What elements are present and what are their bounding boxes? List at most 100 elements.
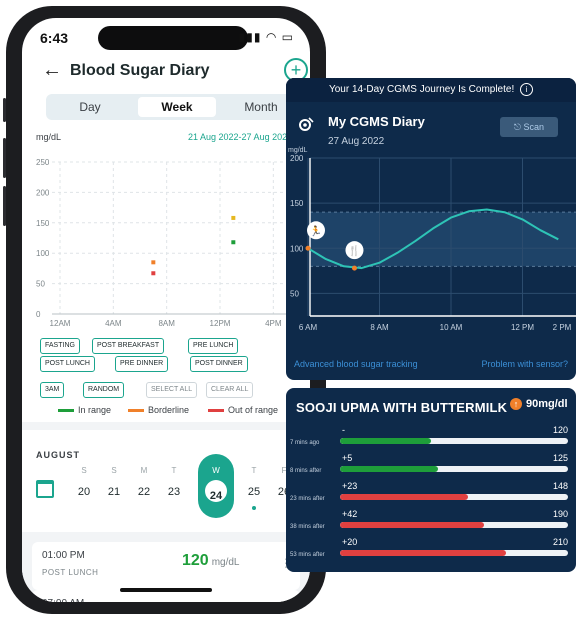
sensor-problem-link[interactable]: Problem with sensor? [481,359,568,369]
filter-chip-post-breakfast[interactable]: POST BREAKFAST [92,338,165,354]
meal-row-bar-fill [340,438,432,444]
meal-icon-glyph: 🍴 [348,244,360,257]
meal-row-value: 148 [552,481,568,491]
section-divider [22,422,310,430]
y-tick-label: 200 [36,188,50,197]
meal-reading-row: 53 mins after +20 210 [286,536,576,564]
reading-tag: POST LUNCH [42,568,99,577]
calendar-day-20[interactable]: 20 [74,486,94,498]
advanced-tracking-link[interactable]: Advanced blood sugar tracking [294,359,418,369]
sensor-logo-icon [299,117,314,131]
calendar-icon[interactable] [36,480,54,498]
legend-item: Out of range [208,405,278,415]
cgms-glucose-chart: mg/dL200 150 100 50 6 AM 8 AM 10 AM 12 PM 2 PM 🏃 🍴 [288,147,576,332]
arrow-up-icon: ↑ [510,398,522,410]
legend-label: Out of range [228,405,279,415]
meal-row-time: 23 mins after [290,496,325,502]
meal-title: SOOJI UPMA WITH BUTTERMILK [296,400,508,415]
scan-button[interactable]: ⎋ Scan [500,117,558,137]
event-marker-dot [351,265,357,271]
meal-row-time: 8 mins after [290,468,322,474]
cgms-banner: Your 14-Day CGMS Journey Is Complete! i [286,78,576,102]
reading-number: 70 [192,600,210,602]
calendar-day-22[interactable]: 22 [134,486,154,498]
filter-chip-pre-dinner[interactable]: PRE DINNER [115,356,169,372]
meal-row-bar [340,522,568,528]
meal-row-delta: +5 [342,453,353,463]
info-icon[interactable]: i [520,83,534,96]
meal-row-bar [340,466,568,472]
filter-chip-post-lunch[interactable]: POST LUNCH [40,356,95,372]
arrow-left-icon[interactable]: ← [42,59,62,82]
cgms-diary-card: Your 14-Day CGMS Journey Is Complete! i … [286,78,576,380]
weekday-label: T [171,466,177,475]
x-tick-label: 12AM [50,319,71,328]
x-tick-label: 8AM [158,319,175,328]
calendar-month: AUGUST [36,450,80,460]
tab-week[interactable]: Week [138,97,216,117]
selected-day-highlight [198,454,234,518]
meal-reading-row: 8 mins after +5 125 [286,452,576,480]
legend-label: In range [78,405,112,415]
meal-reading-row: 7 mins ago - 120 [286,424,576,452]
data-point[interactable] [151,260,156,265]
meal-row-delta: +23 [342,481,358,491]
filter-chip-clear-all[interactable]: CLEAR ALL [206,382,254,398]
meal-row-value: 210 [552,537,568,547]
meal-row-value: 125 [552,453,568,463]
calendar-day-24[interactable]: 24 [206,490,226,502]
filter-chip-select-all[interactable]: SELECT ALL [146,382,198,398]
status-bar: 6:43 ▮▮▮ ◠ ▭ [22,18,310,52]
data-point[interactable] [151,271,156,276]
y-tick-label: 150 [36,219,50,228]
phone-side-button [3,186,6,226]
x-tick-label: 12PM [210,319,231,328]
exercise-icon[interactable]: 🏃 [307,221,325,240]
filter-chip-random[interactable]: RANDOM [83,382,125,398]
data-point[interactable] [231,215,236,220]
x-tick-label: 4AM [105,319,122,328]
chart-date-range[interactable]: 21 Aug 2022-27 Aug 2022 [188,132,292,142]
page-title: Blood Sugar Diary [70,62,210,79]
phone-frame: 6:43 ▮▮▮ ◠ ▭ ← Blood Sugar Diary + Day We… [3,6,326,614]
cgms-y-unit: mg/dL [288,147,308,154]
legend-swatch [58,409,74,413]
reading-card[interactable]: 01:00 PMPOST LUNCH120mg/dL⋮ [32,542,300,590]
x-tick-label: 6 AM [299,323,318,332]
calendar-day-23[interactable]: 23 [164,486,184,498]
y-tick-label: 50 [290,289,299,298]
calendar-day-21[interactable]: 21 [104,486,124,498]
x-tick-label: 8 AM [370,323,389,332]
filter-chip-pre-lunch[interactable]: PRE LUNCH [188,338,239,354]
tab-day[interactable]: Day [52,97,128,117]
down-arrow-icon: ↓ [184,600,192,602]
event-marker-dot [305,245,311,251]
meal-row-bar [340,494,568,500]
weekday-label: S [111,466,117,475]
meal-row-time: 38 mins after [290,524,325,530]
camera-island [98,26,248,50]
meal-row-bar-fill [340,522,484,528]
y-tick-label: 100 [290,244,304,253]
meal-row-bar [340,550,568,556]
period-tabs: Day Week Month [46,94,306,120]
weekly-scatter-chart: 05010015020025012AM4AM8AM12PM4PM8PM [36,158,310,328]
filter-chip-3am[interactable]: 3AM [40,382,65,398]
meal-impact-card: SOOJI UPMA WITH BUTTERMILK ↑ 90mg/dl 7 mi… [286,388,576,572]
weekday-label: M [140,466,148,475]
filter-chip-post-dinner[interactable]: POST DINNER [190,356,248,372]
meal-icon[interactable]: 🍴 [345,241,364,260]
data-point[interactable] [231,240,236,245]
app-header: ← Blood Sugar Diary + [22,54,310,94]
home-indicator [120,588,212,592]
app-screen: 6:43 ▮▮▮ ◠ ▭ ← Blood Sugar Diary + Day We… [22,18,310,602]
meal-row-bar-fill [340,466,439,472]
legend-label: Borderline [148,405,190,415]
reading-number: 120 [182,552,209,569]
calendar-day-25[interactable]: 25 [244,486,264,498]
exercise-icon-glyph: 🏃 [310,224,322,237]
scan-label: Scan [523,122,545,132]
filter-chip-fasting[interactable]: FASTING [40,338,80,354]
reading-time: 01:00 PM [42,550,85,561]
weekday-label: S [81,466,87,475]
